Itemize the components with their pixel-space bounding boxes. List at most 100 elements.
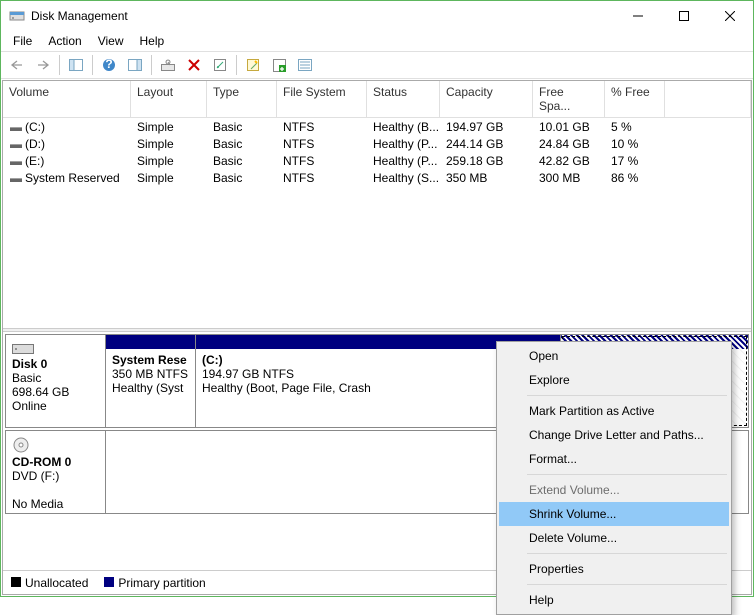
- cell-status: Healthy (B...: [367, 119, 440, 135]
- ctx-open[interactable]: Open: [499, 344, 729, 368]
- menu-action[interactable]: Action: [40, 32, 89, 50]
- volume-icon: ▬: [9, 120, 23, 134]
- cell-layout: Simple: [131, 136, 207, 152]
- swatch-primary: [104, 577, 114, 587]
- col-type[interactable]: Type: [207, 81, 277, 118]
- partition-bar: [106, 335, 195, 349]
- disk-size: 698.64 GB: [12, 385, 99, 399]
- ctx-help[interactable]: Help: [499, 588, 729, 612]
- table-row[interactable]: ▬(C:) Simple Basic NTFS Healthy (B... 19…: [3, 118, 751, 135]
- table-row[interactable]: ▬(D:) Simple Basic NTFS Healthy (P... 24…: [3, 135, 751, 152]
- col-capacity[interactable]: Capacity: [440, 81, 533, 118]
- cell-pct: 10 %: [605, 136, 665, 152]
- svg-text:?: ?: [105, 58, 112, 71]
- disk-info: CD-ROM 0 DVD (F:) No Media: [6, 431, 106, 513]
- toolbar-separator: [59, 55, 60, 75]
- settings-button[interactable]: [156, 54, 180, 76]
- ctx-properties[interactable]: Properties: [499, 557, 729, 581]
- cell-type: Basic: [207, 136, 277, 152]
- ctx-extend-volume: Extend Volume...: [499, 478, 729, 502]
- toolbar-separator: [151, 55, 152, 75]
- col-volume[interactable]: Volume: [3, 81, 131, 118]
- menu-view[interactable]: View: [90, 32, 132, 50]
- ctx-separator: [527, 584, 727, 585]
- cell-type: Basic: [207, 153, 277, 169]
- col-percent-free[interactable]: % Free: [605, 81, 665, 118]
- disk-label: Disk 0: [12, 357, 99, 371]
- cell-free: 24.84 GB: [533, 136, 605, 152]
- ctx-shrink-volume[interactable]: Shrink Volume...: [499, 502, 729, 526]
- legend-unallocated: Unallocated: [11, 576, 88, 590]
- disk-type: Basic: [12, 371, 99, 385]
- partition-size: 194.97 GB NTFS: [202, 367, 294, 381]
- table-row[interactable]: ▬System Reserved Simple Basic NTFS Healt…: [3, 169, 751, 186]
- cell-type: Basic: [207, 119, 277, 135]
- disk-label: CD-ROM 0: [12, 455, 99, 469]
- partition-status: Healthy (Syst: [112, 381, 183, 395]
- maximize-button[interactable]: [661, 1, 707, 31]
- list-button[interactable]: [293, 54, 317, 76]
- minimize-button[interactable]: [615, 1, 661, 31]
- volume-icon: ▬: [9, 171, 23, 185]
- cell-volume: (D:): [25, 137, 45, 151]
- menu-help[interactable]: Help: [132, 32, 173, 50]
- cell-layout: Simple: [131, 153, 207, 169]
- ctx-change-letter[interactable]: Change Drive Letter and Paths...: [499, 423, 729, 447]
- disk-info: Disk 0 Basic 698.64 GB Online: [6, 335, 106, 427]
- title-bar: Disk Management: [1, 1, 753, 31]
- ctx-format[interactable]: Format...: [499, 447, 729, 471]
- window-title: Disk Management: [31, 9, 615, 23]
- partition-name: System Rese: [112, 353, 187, 367]
- cell-volume: (E:): [25, 154, 44, 168]
- disk-type: DVD (F:): [12, 469, 99, 483]
- cell-status: Healthy (P...: [367, 136, 440, 152]
- partition-size: 350 MB NTFS: [112, 367, 188, 381]
- properties-button[interactable]: [208, 54, 232, 76]
- partition-system-reserved[interactable]: System Rese 350 MB NTFS Healthy (Syst: [106, 335, 196, 427]
- cell-pct: 86 %: [605, 170, 665, 186]
- forward-button[interactable]: [31, 54, 55, 76]
- col-spacer[interactable]: [665, 81, 751, 118]
- ctx-separator: [527, 395, 727, 396]
- cdrom-icon: [12, 437, 99, 453]
- show-hide-action-pane-button[interactable]: [123, 54, 147, 76]
- show-hide-console-tree-button[interactable]: [64, 54, 88, 76]
- cell-volume: System Reserved: [25, 171, 120, 185]
- close-button[interactable]: [707, 1, 753, 31]
- col-free-space[interactable]: Free Spa...: [533, 81, 605, 118]
- partition-name: (C:): [202, 353, 223, 367]
- partition-status: Healthy (Boot, Page File, Crash: [202, 381, 371, 395]
- disk-status: No Media: [12, 497, 99, 511]
- cell-layout: Simple: [131, 119, 207, 135]
- cell-capacity: 259.18 GB: [440, 153, 533, 169]
- cell-fs: NTFS: [277, 136, 367, 152]
- ctx-explore[interactable]: Explore: [499, 368, 729, 392]
- new-button[interactable]: [241, 54, 265, 76]
- col-layout[interactable]: Layout: [131, 81, 207, 118]
- disk-icon: [12, 341, 99, 355]
- refresh-button[interactable]: [267, 54, 291, 76]
- delete-button[interactable]: [182, 54, 206, 76]
- volume-icon: ▬: [9, 154, 23, 168]
- cell-capacity: 194.97 GB: [440, 119, 533, 135]
- toolbar-separator: [92, 55, 93, 75]
- cell-volume: (C:): [25, 120, 45, 134]
- ctx-mark-active[interactable]: Mark Partition as Active: [499, 399, 729, 423]
- table-row[interactable]: ▬(E:) Simple Basic NTFS Healthy (P... 25…: [3, 152, 751, 169]
- col-status[interactable]: Status: [367, 81, 440, 118]
- volume-list-header: Volume Layout Type File System Status Ca…: [3, 81, 751, 118]
- menu-bar: File Action View Help: [1, 31, 753, 51]
- toolbar-separator: [236, 55, 237, 75]
- cell-status: Healthy (P...: [367, 153, 440, 169]
- ctx-delete-volume[interactable]: Delete Volume...: [499, 526, 729, 550]
- volume-icon: ▬: [9, 137, 23, 151]
- back-button[interactable]: [5, 54, 29, 76]
- swatch-unallocated: [11, 577, 21, 587]
- menu-file[interactable]: File: [5, 32, 40, 50]
- volume-list[interactable]: Volume Layout Type File System Status Ca…: [3, 81, 751, 328]
- context-menu: Open Explore Mark Partition as Active Ch…: [496, 341, 732, 615]
- help-button[interactable]: ?: [97, 54, 121, 76]
- col-file-system[interactable]: File System: [277, 81, 367, 118]
- cell-status: Healthy (S...: [367, 170, 440, 186]
- cell-capacity: 244.14 GB: [440, 136, 533, 152]
